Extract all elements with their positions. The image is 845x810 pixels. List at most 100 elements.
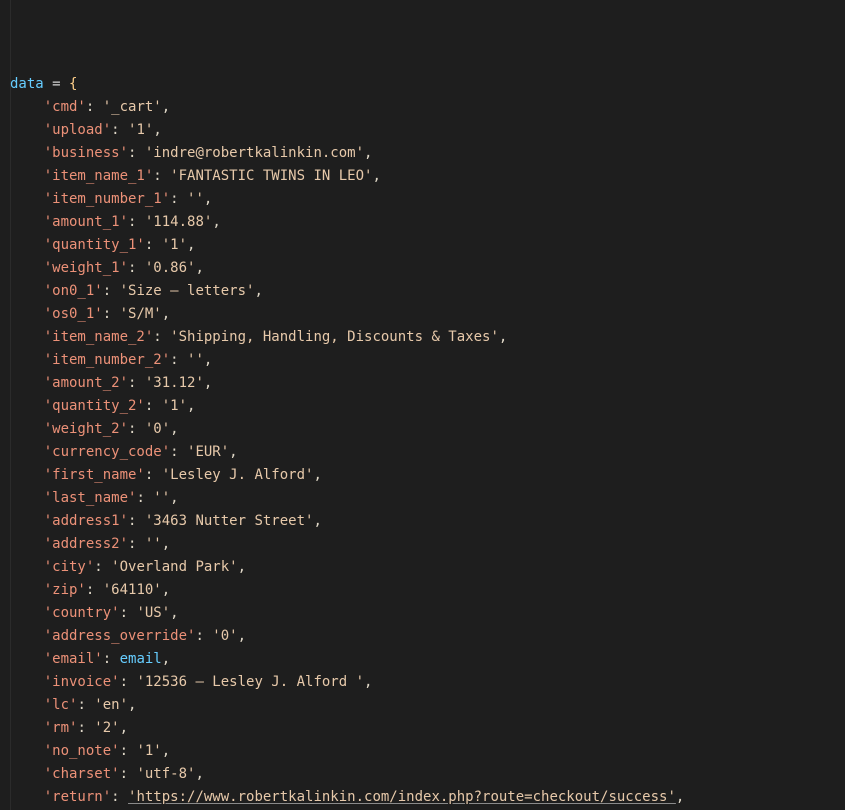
dict-key: 'no_note' <box>44 743 120 759</box>
colon: : <box>195 628 212 644</box>
code-line[interactable]: 'weight_1': '0.86', <box>10 257 841 280</box>
colon: : <box>86 99 103 115</box>
dict-key: 'address1' <box>44 513 128 529</box>
code-line[interactable]: 'item_number_2': '', <box>10 349 841 372</box>
dict-key: 'country' <box>44 605 120 621</box>
dict-value: '0' <box>212 628 237 644</box>
colon: : <box>120 766 137 782</box>
dict-key: 'weight_2' <box>44 421 128 437</box>
comma: , <box>313 467 321 483</box>
dict-key: 'city' <box>44 559 95 575</box>
dict-key: 'business' <box>44 145 128 161</box>
comma: , <box>162 536 170 552</box>
comma: , <box>499 329 507 345</box>
colon: : <box>128 214 145 230</box>
code-line[interactable]: 'rm': '2', <box>10 717 841 740</box>
dict-key: 'last_name' <box>44 490 137 506</box>
code-editor[interactable]: data = { 'cmd': '_cart', 'upload': '1', … <box>0 0 845 810</box>
comma: , <box>238 628 246 644</box>
dict-value: '' <box>187 352 204 368</box>
code-line[interactable]: 'cmd': '_cart', <box>10 96 841 119</box>
code-line[interactable]: 'weight_2': '0', <box>10 418 841 441</box>
comma: , <box>372 168 380 184</box>
colon: : <box>111 122 128 138</box>
dict-value: '' <box>145 536 162 552</box>
dict-key: 'zip' <box>44 582 86 598</box>
code-line[interactable]: 'return': 'https://www.robertkalinkin.co… <box>10 786 841 809</box>
comma: , <box>187 398 195 414</box>
code-line[interactable]: 'zip': '64110', <box>10 579 841 602</box>
code-line[interactable]: 'invoice': '12536 – Lesley J. Alford ', <box>10 671 841 694</box>
code-line[interactable]: 'city': 'Overland Park', <box>10 556 841 579</box>
colon: : <box>120 743 137 759</box>
dict-value: '114.88' <box>145 214 212 230</box>
comma: , <box>195 766 203 782</box>
dict-value: '0.86' <box>145 260 196 276</box>
comma: , <box>170 490 178 506</box>
code-line[interactable]: 'address2': '', <box>10 533 841 556</box>
dict-key: 'address2' <box>44 536 128 552</box>
colon: : <box>103 283 120 299</box>
colon: : <box>111 789 128 805</box>
colon: : <box>103 306 120 322</box>
dict-value: 'en' <box>94 697 128 713</box>
comma: , <box>254 283 262 299</box>
colon: : <box>128 536 145 552</box>
code-line[interactable]: 'lc': 'en', <box>10 694 841 717</box>
dict-key: 'weight_1' <box>44 260 128 276</box>
dict-key: 'address_override' <box>44 628 196 644</box>
code-line[interactable]: 'item_name_2': 'Shipping, Handling, Disc… <box>10 326 841 349</box>
colon: : <box>77 697 94 713</box>
dict-value: '' <box>153 490 170 506</box>
code-line[interactable]: 'last_name': '', <box>10 487 841 510</box>
dict-value: '1' <box>162 398 187 414</box>
dict-value: '1' <box>136 743 161 759</box>
comma: , <box>153 122 161 138</box>
comma: , <box>204 191 212 207</box>
dict-value: '64110' <box>103 582 162 598</box>
dict-value: 'Overland Park' <box>111 559 237 575</box>
code-line[interactable]: 'charset': 'utf-8', <box>10 763 841 786</box>
dict-key: 'item_name_2' <box>44 329 154 345</box>
code-line[interactable]: 'no_note': '1', <box>10 740 841 763</box>
dict-key: 'on0_1' <box>44 283 103 299</box>
code-line[interactable]: 'address_override': '0', <box>10 625 841 648</box>
code-line[interactable]: 'item_number_1': '', <box>10 188 841 211</box>
colon: : <box>145 467 162 483</box>
dict-value: 'https://www.robertkalinkin.com/index.ph… <box>128 789 676 805</box>
code-line[interactable]: 'on0_1': 'Size – letters', <box>10 280 841 303</box>
dict-key: 'item_number_2' <box>44 352 170 368</box>
code-line[interactable]: 'amount_1': '114.88', <box>10 211 841 234</box>
code-line[interactable]: 'item_name_1': 'FANTASTIC TWINS IN LEO', <box>10 165 841 188</box>
code-line[interactable]: 'first_name': 'Lesley J. Alford', <box>10 464 841 487</box>
dict-value: 'S/M' <box>120 306 162 322</box>
code-line[interactable]: 'address1': '3463 Nutter Street', <box>10 510 841 533</box>
colon: : <box>86 582 103 598</box>
colon: : <box>128 421 145 437</box>
dict-key: 'os0_1' <box>44 306 103 322</box>
dict-value: 'utf-8' <box>136 766 195 782</box>
code-line[interactable]: 'amount_2': '31.12', <box>10 372 841 395</box>
dict-key: 'amount_2' <box>44 375 128 391</box>
colon: : <box>170 444 187 460</box>
dict-value: '1' <box>162 237 187 253</box>
code-line[interactable]: 'country': 'US', <box>10 602 841 625</box>
comma: , <box>187 237 195 253</box>
code-line[interactable]: 'quantity_2': '1', <box>10 395 841 418</box>
code-line[interactable]: data = { <box>10 73 841 96</box>
code-line[interactable]: 'currency_code': 'EUR', <box>10 441 841 464</box>
code-line[interactable]: 'business': 'indre@robertkalinkin.com', <box>10 142 841 165</box>
dict-key: 'return' <box>44 789 111 805</box>
dict-value: 'EUR' <box>187 444 229 460</box>
colon: : <box>128 145 145 161</box>
dict-value: 'indre@robertkalinkin.com' <box>145 145 364 161</box>
comma: , <box>162 582 170 598</box>
code-line[interactable]: 'os0_1': 'S/M', <box>10 303 841 326</box>
code-line[interactable]: 'upload': '1', <box>10 119 841 142</box>
code-line[interactable]: 'quantity_1': '1', <box>10 234 841 257</box>
colon: : <box>170 191 187 207</box>
colon: : <box>153 168 170 184</box>
code-line[interactable]: 'email': email, <box>10 648 841 671</box>
dict-value: '31.12' <box>145 375 204 391</box>
dict-key: 'charset' <box>44 766 120 782</box>
